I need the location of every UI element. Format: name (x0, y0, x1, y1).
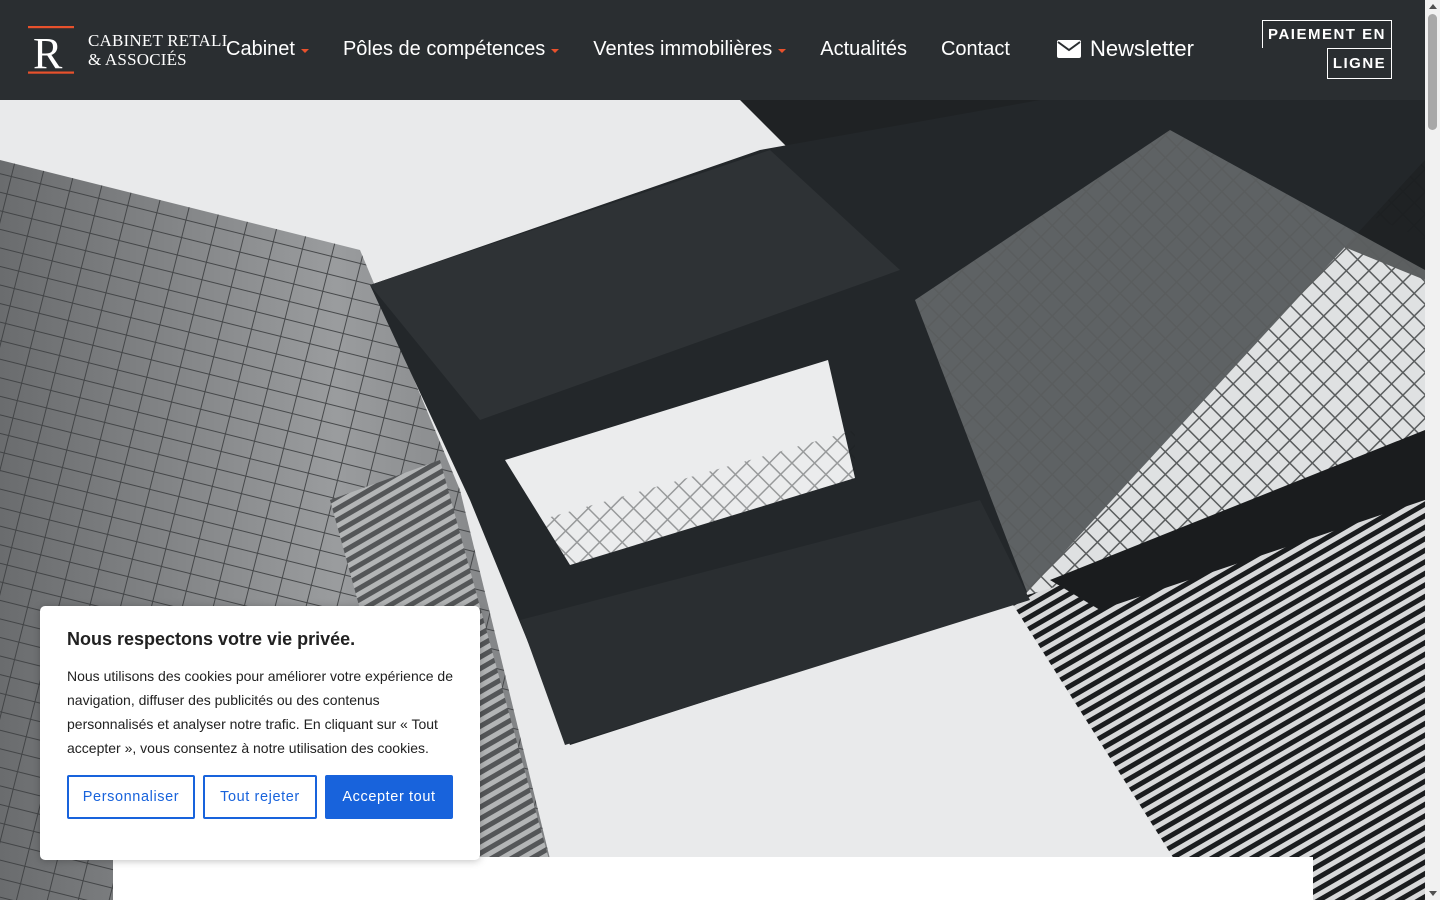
nav-label: Actualités (820, 38, 907, 60)
online-payment-button[interactable]: PAIEMENT EN LIGNE (1262, 20, 1392, 80)
cookie-consent-banner: Nous respectons votre vie privée. Nous u… (40, 606, 480, 860)
payment-label-box-2: LIGNE (1327, 48, 1392, 79)
scroll-down-arrow-icon[interactable] (1429, 891, 1437, 896)
cookie-title: Nous respectons votre vie privée. (67, 629, 356, 649)
content-card (113, 857, 1313, 900)
site-logo[interactable]: R CABINET RETALI & ASSOCIÉS (28, 26, 228, 76)
site-header: R CABINET RETALI & ASSOCIÉS Cabinet Pôle… (0, 0, 1425, 100)
reject-all-button[interactable]: Tout rejeter (203, 775, 317, 819)
logo-wordmark: CABINET RETALI & ASSOCIÉS (88, 31, 227, 69)
nav-label: Ventes immobilières (593, 38, 773, 60)
envelope-icon (1057, 40, 1081, 58)
newsletter-label: Newsletter (1090, 36, 1194, 61)
nav-item-actualites[interactable]: Actualités (820, 38, 907, 61)
logo-r-mark: R (28, 26, 74, 76)
caret-down-icon (551, 48, 560, 53)
scrollbar[interactable] (1425, 0, 1440, 900)
nav-item-poles[interactable]: Pôles de compétences (342, 38, 560, 61)
nav-label: Contact (940, 38, 1010, 60)
nav-label: Pôles de compétences (342, 38, 546, 60)
payment-label-line-1: PAIEMENT EN (1262, 20, 1392, 48)
caret-down-icon (300, 48, 309, 53)
nav-item-ventes[interactable]: Ventes immobilières (593, 38, 787, 61)
logo-letter: R (33, 29, 63, 76)
customize-button[interactable]: Personnaliser (67, 775, 195, 819)
newsletter-link[interactable]: Newsletter (1057, 36, 1194, 62)
logo-line-2: & ASSOCIÉS (88, 50, 187, 69)
caret-down-icon (778, 48, 787, 53)
logo-line-1: CABINET RETALI (88, 31, 228, 50)
cookie-text: Nous utilisons des cookies pour améliore… (67, 668, 453, 756)
main-nav: Cabinet Pôles de compétences Ventes immo… (226, 38, 1044, 61)
payment-label-line-2: LIGNE (1332, 55, 1387, 72)
accept-all-button[interactable]: Accepter tout (325, 775, 453, 819)
nav-item-cabinet[interactable]: Cabinet (226, 38, 309, 61)
nav-label: Cabinet (226, 38, 295, 60)
scroll-thumb[interactable] (1428, 14, 1437, 130)
nav-item-contact[interactable]: Contact (941, 38, 1010, 61)
scroll-up-arrow-icon[interactable] (1429, 4, 1437, 9)
